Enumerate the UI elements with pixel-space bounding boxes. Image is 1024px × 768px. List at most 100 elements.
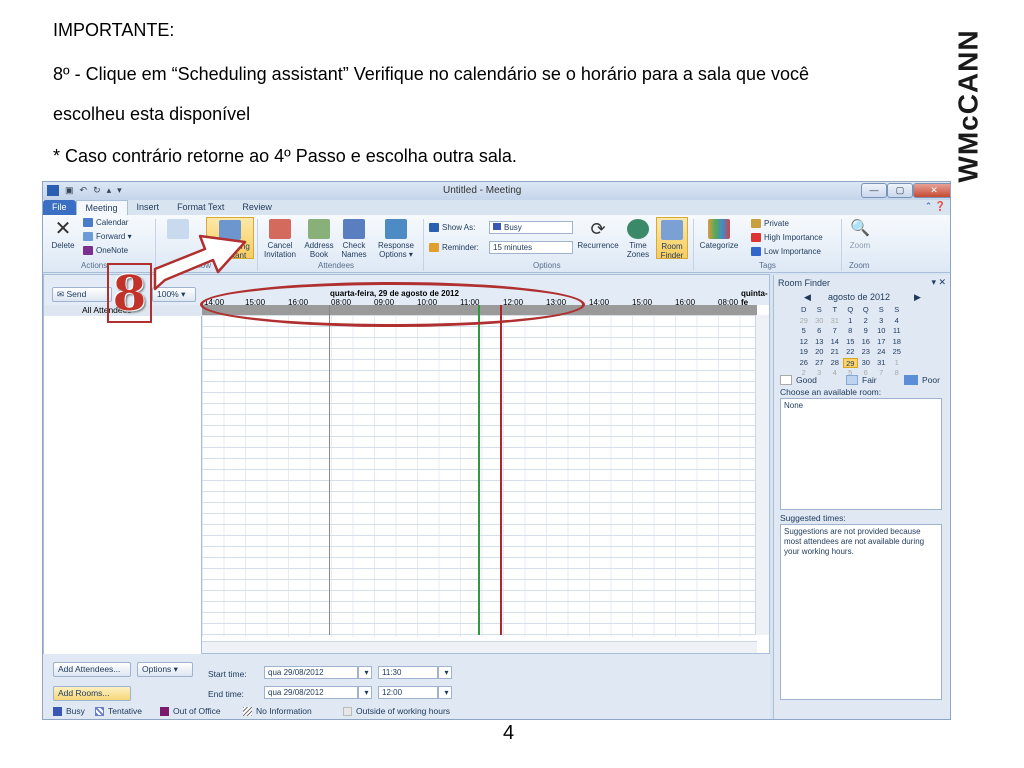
vertical-scrollbar[interactable] (755, 315, 769, 635)
day-cell[interactable]: 31 (874, 358, 890, 369)
meeting-start-line[interactable] (478, 305, 480, 635)
options-button[interactable]: Options ▾ (137, 662, 193, 677)
add-attendees-button[interactable]: Add Attendees... (53, 662, 131, 677)
close-button[interactable]: ✕ (913, 183, 950, 198)
end-time-dropdown[interactable]: ▾ (438, 686, 452, 699)
end-date-field[interactable]: qua 29/08/2012 (264, 686, 358, 699)
private-button[interactable]: Private (751, 219, 789, 228)
calendar-button[interactable]: Calendar (83, 218, 128, 227)
group-tags: Tags (759, 261, 776, 270)
day-cell[interactable]: 1 (889, 358, 905, 369)
day-cell[interactable]: 17 (874, 337, 890, 348)
week-row: 12 13 14 15 16 17 18 (796, 337, 946, 348)
next-month-icon[interactable]: ▶ (914, 292, 921, 303)
minimize-button[interactable]: — (861, 183, 887, 198)
forward-button[interactable]: Forward ▾ (83, 232, 132, 241)
categorize-button[interactable]: Categorize (697, 219, 741, 250)
tab-meeting[interactable]: Meeting (75, 200, 128, 215)
room-list[interactable]: None (780, 398, 942, 510)
maximize-button[interactable]: ▢ (887, 183, 913, 198)
day-cell[interactable]: 28 (827, 358, 843, 369)
check-names-button[interactable]: Check Names (339, 219, 369, 259)
day-cell[interactable]: 19 (796, 347, 812, 358)
day-cell[interactable]: 5 (796, 326, 812, 337)
outlook-icon[interactable] (47, 185, 59, 196)
day-cell[interactable]: 31 (827, 316, 843, 327)
day-cell[interactable]: 10 (874, 326, 890, 337)
suggested-times-list: Suggestions are not provided because mos… (780, 524, 942, 700)
day-cell[interactable]: 23 (858, 347, 874, 358)
tab-file[interactable]: File (43, 200, 76, 215)
save-icon[interactable]: ▣ (65, 185, 74, 196)
day-cell[interactable]: 9 (858, 326, 874, 337)
day-cell[interactable]: 15 (843, 337, 859, 348)
address-book-button[interactable]: Address Book (301, 219, 337, 259)
start-time-dropdown[interactable]: ▾ (438, 666, 452, 679)
show-as-label: Show As: (429, 223, 475, 232)
start-time-field[interactable]: 11:30 (378, 666, 438, 679)
high-importance-button[interactable]: High Importance (751, 233, 823, 242)
day-cell[interactable]: 8 (889, 368, 905, 379)
onenote-button[interactable]: OneNote (83, 246, 128, 255)
reminder-select[interactable]: 15 minutes (489, 241, 573, 254)
day-cell[interactable]: 14 (827, 337, 843, 348)
day-cell[interactable]: 1 (843, 316, 859, 327)
day-cell[interactable]: 30 (812, 316, 828, 327)
day-cell[interactable]: 18 (889, 337, 905, 348)
day-cell[interactable]: 21 (827, 347, 843, 358)
day-cell[interactable]: 6 (812, 326, 828, 337)
redo-icon[interactable]: ↻ (93, 185, 101, 196)
up-icon[interactable]: ▴ (107, 185, 112, 196)
day-cell[interactable]: 25 (889, 347, 905, 358)
start-date-field[interactable]: qua 29/08/2012 (264, 666, 358, 679)
undo-icon[interactable]: ↶ (80, 185, 88, 196)
prev-month-icon[interactable]: ◀ (804, 292, 811, 303)
delete-button[interactable]: ✕ Delete (47, 219, 79, 250)
day-cell[interactable]: 22 (843, 347, 859, 358)
room-finder-button[interactable]: Room Finder (656, 217, 688, 260)
day-cell[interactable]: 3 (874, 316, 890, 327)
day-cell[interactable]: 12 (796, 337, 812, 348)
day-cell[interactable]: 7 (827, 326, 843, 337)
exclamation-icon (751, 233, 761, 242)
meeting-end-line[interactable] (500, 305, 502, 635)
tab-format-text[interactable]: Format Text (168, 200, 233, 215)
day-cell[interactable]: 13 (812, 337, 828, 348)
zoom-button[interactable]: 🔍 Zoom (845, 219, 875, 250)
low-importance-button[interactable]: Low Importance (751, 247, 821, 256)
day-cell[interactable]: 4 (827, 368, 843, 379)
send-button[interactable]: ✉ Send (52, 287, 112, 302)
instruction-line-1: 8º - Clique em “Scheduling assistant” Ve… (53, 64, 810, 84)
add-rooms-button[interactable]: Add Rooms... (53, 686, 131, 701)
tab-review[interactable]: Review (233, 200, 281, 215)
cancel-invitation-button[interactable]: Cancel Invitation (260, 219, 300, 259)
day-cell[interactable]: 24 (874, 347, 890, 358)
day-cell[interactable]: 4 (889, 316, 905, 327)
slide-heading: IMPORTANTE: (53, 20, 175, 40)
day-cell[interactable]: 27 (812, 358, 828, 369)
end-date-dropdown[interactable]: ▾ (358, 686, 372, 699)
group-attendees: Attendees (318, 261, 355, 270)
help-icon[interactable]: ⌃ ❓ (925, 201, 946, 212)
day-cell[interactable]: 30 (858, 358, 874, 369)
day-cell[interactable]: 29 (796, 316, 812, 327)
tab-insert[interactable]: Insert (128, 200, 169, 215)
response-options-button[interactable]: Response Options ▾ (373, 219, 419, 259)
pane-close-icon[interactable]: ▾ ✕ (931, 277, 946, 288)
day-cell[interactable]: 26 (796, 358, 812, 369)
end-time-field[interactable]: 12:00 (378, 686, 438, 699)
recurrence-button[interactable]: ⟳ Recurrence (575, 219, 621, 250)
day-cell-selected[interactable]: 29 (842, 357, 858, 368)
day-cell[interactable]: 2 (858, 316, 874, 327)
show-as-select[interactable]: Busy (489, 221, 573, 234)
day-cell[interactable]: 16 (858, 337, 874, 348)
down-icon[interactable]: ▾ (117, 185, 122, 196)
day-cell[interactable]: 11 (889, 326, 905, 337)
day-cell[interactable]: 8 (843, 326, 859, 337)
horizontal-scrollbar[interactable] (202, 641, 757, 653)
start-date-dropdown[interactable]: ▾ (358, 666, 372, 679)
outside-swatch (343, 706, 352, 716)
day-cell[interactable]: 20 (812, 347, 828, 358)
categorize-icon (708, 219, 730, 239)
time-zones-button[interactable]: Time Zones (623, 219, 653, 259)
